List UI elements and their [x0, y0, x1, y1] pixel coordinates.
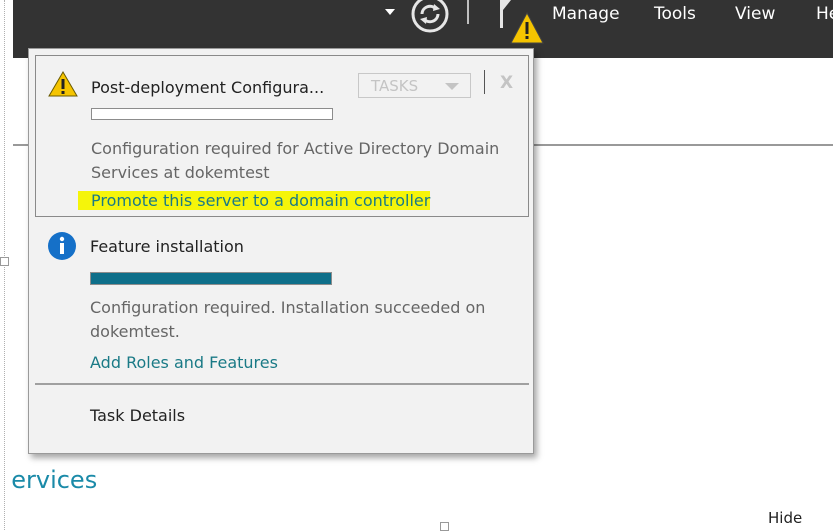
menu-tools[interactable]: Tools [654, 4, 696, 24]
info-icon [48, 232, 76, 260]
progress-bar [90, 272, 332, 285]
notification-feature-installation: Feature installation Configuration requi… [35, 221, 527, 381]
promote-domain-controller-link[interactable]: Promote this server to a domain controll… [78, 188, 431, 214]
toolbar-separator [467, 0, 469, 24]
section-title[interactable]: Services [10, 466, 110, 494]
hide-link[interactable]: Hide [768, 509, 802, 527]
notification-description: Configuration required. Installation suc… [90, 298, 486, 341]
divider [35, 383, 529, 385]
tasks-label: TASKS [371, 77, 419, 95]
separator [484, 70, 485, 94]
close-icon[interactable]: X [500, 73, 513, 93]
notification-description: Configuration required for Active Direct… [91, 139, 500, 182]
chevron-down-icon [445, 83, 459, 90]
progress-bar [91, 108, 333, 120]
notification-title: Feature installation [90, 237, 244, 256]
menu-view[interactable]: View [735, 4, 775, 24]
notification-title: Post-deployment Configura... [91, 78, 325, 97]
chevron-down-icon[interactable] [385, 9, 395, 15]
refresh-icon[interactable] [410, 0, 450, 34]
notifications-popup: Post-deployment Configura... TASKS X Con… [28, 48, 534, 454]
resize-handle[interactable] [0, 257, 9, 266]
tasks-dropdown[interactable]: TASKS [358, 73, 471, 98]
warning-icon [48, 71, 78, 97]
add-roles-features-link[interactable]: Add Roles and Features [90, 353, 278, 372]
flag-warning-icon[interactable] [497, 0, 545, 46]
menu-help[interactable]: He [816, 4, 833, 24]
progress-fill [91, 273, 331, 284]
notification-post-deployment: Post-deployment Configura... TASKS X Con… [35, 55, 529, 217]
menu-manage[interactable]: Manage [552, 4, 620, 24]
task-details-link[interactable]: Task Details [90, 406, 185, 425]
